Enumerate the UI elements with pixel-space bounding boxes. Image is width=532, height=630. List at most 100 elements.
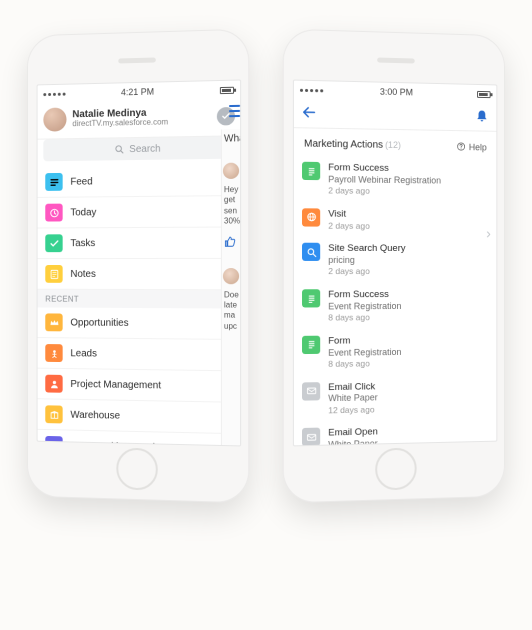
marketing-item-title: Email Click [328, 381, 377, 394]
nav-item-notes[interactable]: Notes [38, 259, 241, 290]
marketing-item-visit[interactable]: Visit2 days ago [300, 202, 491, 238]
nav-item-feed[interactable]: Feed [38, 165, 241, 198]
hamburger-icon[interactable] [226, 99, 240, 124]
nav-list: Feed Today Tasks Notes [38, 165, 241, 291]
recent-item-project-management[interactable]: Project Management [38, 369, 241, 403]
feed-snippet: ma [222, 311, 240, 322]
user-host: directTV.my.salesforce.com [72, 118, 216, 130]
nav-item-label: Leads [70, 348, 97, 359]
marketing-item-timestamp: 2 days ago [328, 266, 405, 277]
nav-item-label: Warehouse [70, 409, 120, 421]
battery-icon [220, 86, 234, 93]
signal-dots-icon [300, 88, 323, 92]
marketing-actions-header: Marketing Actions(12) Help [294, 128, 496, 158]
chevron-right-icon[interactable] [485, 229, 493, 242]
marketing-item-title: Form [328, 335, 401, 348]
form-icon [302, 335, 320, 353]
search-icon [302, 243, 320, 261]
phone-right: 3:00 PM Marketing Actions(12) Help [283, 29, 505, 504]
marketing-list: Form SuccessPayroll Webinar Registration… [294, 156, 496, 447]
form-icon [302, 289, 320, 307]
screen-left: 4:21 PM Natalie Medinya directTV.my.sale… [37, 79, 242, 446]
status-clock: 3:00 PM [380, 87, 413, 98]
page-count: (12) [385, 140, 401, 150]
marketing-item-subtitle: pricing [328, 255, 405, 266]
marketing-item-subtitle: White Paper [328, 439, 378, 447]
marketing-item-title: Visit [328, 208, 370, 220]
signal-dots-icon [43, 92, 65, 95]
box-icon [45, 405, 62, 423]
nav-bar [294, 99, 496, 132]
feed-snippet: upc [222, 321, 240, 332]
person-icon [45, 375, 62, 393]
feed-snippet: sen [222, 206, 240, 217]
nav-item-today[interactable]: Today [38, 196, 241, 228]
mail-icon [302, 382, 320, 400]
help-label: Help [469, 142, 487, 152]
marketing-item-timestamp: 12 days ago [328, 404, 377, 416]
feed-icon [45, 173, 62, 191]
marketing-item-mail[interactable]: Email OpenWhite Paper12 days ago [300, 418, 491, 446]
phone-speaker [118, 57, 156, 63]
recent-item-opportunities[interactable]: Opportunities [38, 307, 241, 340]
nav-item-tasks[interactable]: Tasks [38, 227, 241, 259]
phone-speaker [377, 57, 415, 63]
marketing-item-form[interactable]: Form SuccessEvent Registration8 days ago [300, 283, 491, 330]
home-button[interactable] [375, 448, 416, 491]
search-placeholder: Search [129, 143, 160, 154]
feed-snippet: 30% [222, 217, 240, 228]
screen-right: 3:00 PM Marketing Actions(12) Help [293, 80, 497, 447]
marketing-item-form[interactable]: FormEvent Registration8 days ago [300, 328, 491, 376]
recent-list: Opportunities Leads Project Management Ware… [38, 307, 241, 446]
marketing-item-subtitle: Event Registration [328, 347, 401, 359]
feed-snippet: Hey [222, 185, 240, 196]
notifications-bell-icon[interactable] [475, 108, 489, 125]
back-button[interactable] [302, 105, 316, 122]
marketing-item-title: Form Success [328, 289, 401, 301]
feed-snippet: get [222, 195, 240, 206]
like-icon[interactable] [224, 235, 236, 247]
search-icon [114, 144, 124, 154]
lead-icon [45, 344, 62, 362]
check-icon [45, 234, 62, 252]
search-input[interactable]: Search [43, 136, 234, 161]
marketing-item-form[interactable]: Form SuccessPayroll Webinar Registration… [300, 156, 491, 204]
marketing-item-timestamp: 2 days ago [328, 220, 370, 231]
recent-item-warehouse[interactable]: Warehouse [38, 399, 241, 434]
marketing-item-timestamp: 2 days ago [328, 185, 441, 197]
marketing-item-subtitle: Event Registration [328, 301, 401, 313]
marketing-item-title: Site Search Query [328, 243, 405, 255]
near-icon [45, 436, 62, 447]
recent-item-leads[interactable]: Leads [38, 338, 241, 371]
page-title: Marketing Actions [304, 138, 383, 150]
feed-snippet: Doe [222, 290, 240, 301]
feed-avatar [223, 163, 239, 179]
feed-snippet: late [222, 300, 240, 311]
phone-left: 4:21 PM Natalie Medinya directTV.my.sale… [27, 29, 249, 504]
visit-icon [302, 208, 320, 226]
home-button[interactable] [116, 448, 157, 491]
nav-item-label: Feed [70, 176, 92, 187]
recent-section-header: RECENT [38, 290, 241, 309]
nav-item-label: Tasks [70, 238, 95, 249]
mail-icon [302, 428, 320, 447]
crown-icon [45, 313, 62, 331]
marketing-item-search[interactable]: Site Search Querypricing2 days ago [300, 237, 491, 283]
marketing-item-mail[interactable]: Email ClickWhite Paper12 days ago [300, 373, 491, 422]
nav-item-label: Notes [70, 268, 95, 279]
nav-item-label: Today [70, 207, 96, 218]
clock-icon [45, 204, 62, 222]
help-link[interactable]: Help [457, 142, 487, 152]
form-icon [302, 162, 320, 180]
nav-item-label: Opportunities Nearby [70, 440, 163, 446]
feed-peek-title: Wha [222, 133, 240, 144]
help-icon [457, 142, 466, 151]
feed-peek: Wha Hey get sen 30% Doe late ma upc [221, 129, 240, 445]
sidebar-header: Natalie Medinya directTV.my.salesforce.c… [38, 99, 241, 140]
avatar[interactable] [43, 107, 66, 131]
feed-avatar [223, 268, 239, 284]
status-clock: 4:21 PM [121, 87, 154, 98]
marketing-item-timestamp: 8 days ago [328, 312, 401, 323]
nav-item-label: Project Management [70, 379, 161, 391]
marketing-item-subtitle: White Paper [328, 393, 377, 405]
